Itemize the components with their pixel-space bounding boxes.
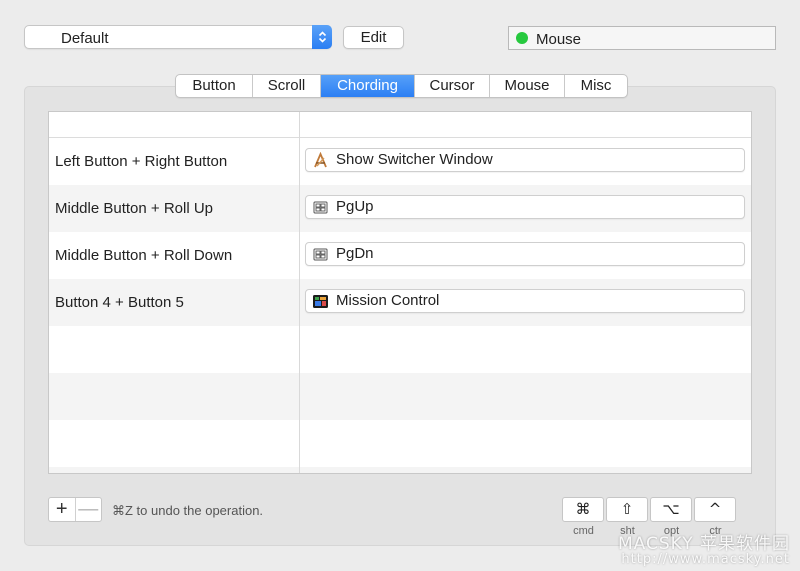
remove-chord-button[interactable]: — [74, 498, 102, 521]
chord-action-label: Show Switcher Window [336, 151, 493, 168]
chord-trigger: Middle Button + Roll Up [55, 200, 213, 217]
device-name: Mouse [536, 31, 582, 48]
chord-action-field[interactable]: PgDn [305, 242, 745, 266]
preset-stepper-icon[interactable] [312, 25, 332, 49]
modifier-option: ⌥ opt [650, 497, 693, 537]
add-remove-control: + — [48, 497, 102, 522]
tab-chording[interactable]: Chording [321, 75, 415, 97]
add-chord-button[interactable]: + [49, 498, 75, 521]
device-selector[interactable]: Mouse [508, 26, 776, 50]
modifier-keys: ⌘ cmd ⇧ sht ⌥ opt ^ ctr [562, 497, 738, 537]
control-key-button[interactable]: ^ [694, 497, 736, 522]
chord-table: Left Button + Right Button Show Switcher… [48, 111, 752, 474]
mission-control-icon [313, 295, 328, 308]
watermark: MACSKY 苹果软件园 http://www.macsky.net [618, 533, 790, 568]
table-row[interactable]: Left Button + Right Button Show Switcher… [49, 138, 751, 185]
chord-trigger: Left Button + Right Button [55, 153, 228, 170]
cmd-key-button[interactable]: ⌘ [562, 497, 604, 522]
tab-bar: Button Scroll Chording Cursor Mouse Misc [175, 74, 628, 98]
watermark-title: MACSKY 苹果软件园 [618, 533, 790, 554]
app-store-icon [314, 152, 327, 168]
chord-action-field[interactable]: Show Switcher Window [305, 148, 745, 172]
column-divider [299, 112, 300, 473]
table-row[interactable]: Middle Button + Roll Up PgUp [49, 185, 751, 232]
preferences-window: Default Edit Mouse Button Scroll Chordin… [0, 0, 800, 571]
chord-trigger: Button 4 + Button 5 [55, 294, 184, 311]
modifier-label: cmd [573, 525, 594, 537]
keyboard-icon [313, 201, 328, 214]
shift-key-button[interactable]: ⇧ [606, 497, 648, 522]
preset-select[interactable]: Default [24, 25, 332, 49]
empty-row [49, 420, 751, 467]
modifier-control: ^ ctr [694, 497, 737, 537]
undo-hint: ⌘Z to undo the operation. [112, 503, 264, 518]
tab-mouse[interactable]: Mouse [490, 75, 565, 97]
modifier-cmd: ⌘ cmd [562, 497, 605, 537]
chord-action-label: PgDn [336, 245, 374, 262]
table-row[interactable]: Middle Button + Roll Down PgDn [49, 232, 751, 279]
tab-button[interactable]: Button [176, 75, 253, 97]
watermark-url: http://www.macsky.net [621, 552, 790, 568]
modifier-shift: ⇧ sht [606, 497, 649, 537]
chord-trigger: Middle Button + Roll Down [55, 247, 233, 264]
empty-row [49, 467, 751, 473]
tab-cursor[interactable]: Cursor [415, 75, 490, 97]
chord-action-field[interactable]: Mission Control [305, 289, 745, 313]
chord-action-label: Mission Control [336, 292, 440, 309]
chord-action-label: PgUp [336, 198, 374, 215]
table-row[interactable]: Button 4 + Button 5 Mission Control [49, 279, 751, 326]
keyboard-icon [313, 248, 328, 261]
table-header [49, 112, 751, 138]
empty-row [49, 326, 751, 373]
preset-selected-value: Default [61, 30, 109, 47]
option-key-button[interactable]: ⌥ [650, 497, 692, 522]
tab-misc[interactable]: Misc [565, 75, 627, 97]
tab-scroll[interactable]: Scroll [253, 75, 321, 97]
empty-row [49, 373, 751, 420]
status-dot-icon [516, 32, 528, 44]
edit-button[interactable]: Edit [343, 26, 404, 49]
chord-action-field[interactable]: PgUp [305, 195, 745, 219]
